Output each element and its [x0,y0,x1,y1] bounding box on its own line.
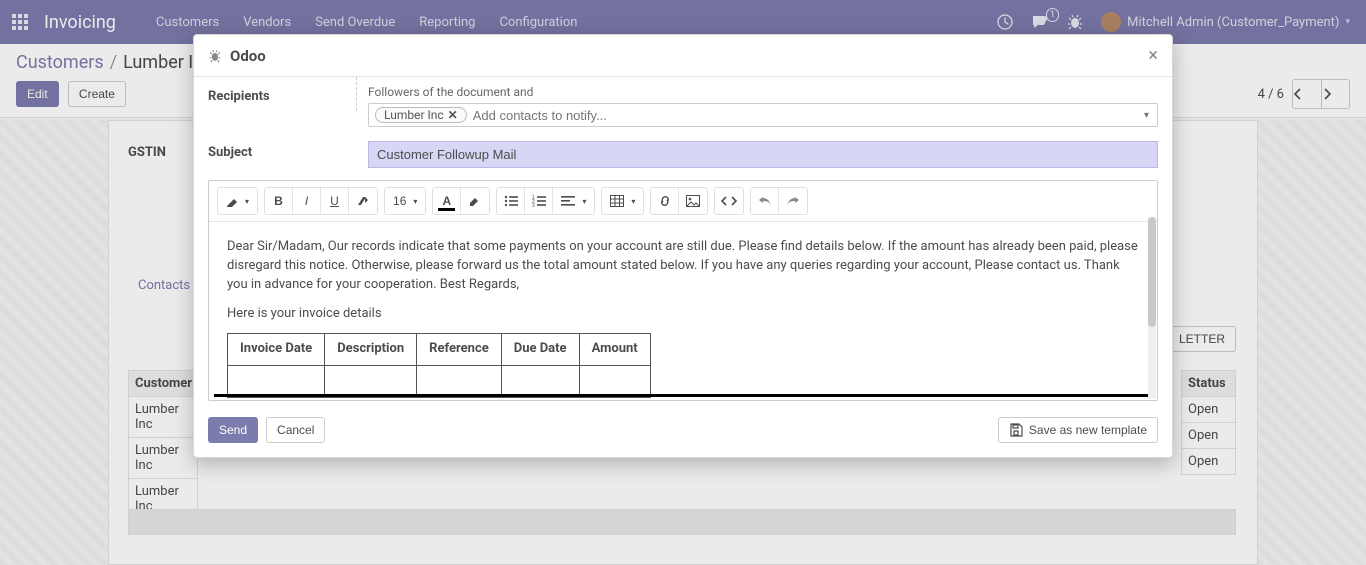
compose-mail-modal: Odoo × Recipients Followers of the docum… [193,34,1173,458]
tb-underline[interactable]: U [321,188,349,214]
tb-codeview[interactable] [715,188,743,214]
tb-link[interactable] [651,188,679,214]
modal-title: Odoo [230,47,266,65]
th-invoice-date: Invoice Date [228,334,325,366]
invoice-table: Invoice Date Description Reference Due D… [227,333,651,398]
editor-scrollthumb[interactable] [1148,217,1156,327]
tb-table[interactable]: ▾ [602,188,643,214]
tb-redo[interactable] [779,188,807,214]
close-icon[interactable]: × [1148,45,1158,66]
table-row [228,366,651,398]
th-description: Description [325,334,417,366]
subject-input[interactable] [368,141,1158,168]
th-due-date: Due Date [501,334,579,366]
save-template-button[interactable]: Save as new template [998,417,1158,443]
svg-text:3: 3 [532,203,535,207]
tb-image[interactable] [679,188,707,214]
recipient-tag[interactable]: Lumber Inc ✕ [375,107,467,123]
recipient-tag-label: Lumber Inc [384,108,444,122]
tb-align[interactable]: ▾ [553,188,594,214]
th-reference: Reference [417,334,502,366]
recipients-help: Followers of the document and [368,85,1158,99]
save-template-label: Save as new template [1029,423,1147,437]
label-recipients: Recipients [208,85,358,104]
cancel-button[interactable]: Cancel [266,417,325,443]
th-amount: Amount [579,334,650,366]
send-button[interactable]: Send [208,417,258,443]
editor-body[interactable]: Dear Sir/Madam, Our records indicate tha… [209,222,1157,400]
tb-undo[interactable] [751,188,779,214]
tb-style[interactable]: ▾ [218,188,257,214]
table-row: Invoice Date Description Reference Due D… [228,334,651,366]
tb-clear[interactable] [349,188,377,214]
save-icon [1009,423,1023,437]
remove-tag-icon[interactable]: ✕ [448,108,458,122]
editor-toolbar: ▾ B I U 16 ▾ A [209,181,1157,222]
tb-italic[interactable]: I [293,188,321,214]
chevron-down-icon[interactable]: ▾ [1144,110,1149,121]
recipients-text-input[interactable] [473,108,1151,123]
tb-ol[interactable]: 123 [525,188,553,214]
label-subject: Subject [208,141,358,160]
email-editor: ▾ B I U 16 ▾ A [208,180,1158,401]
tb-ul[interactable] [497,188,525,214]
tb-fontcolor[interactable]: A [433,188,461,214]
tb-fontsize-value: 16 [393,194,406,208]
tb-bold[interactable]: B [265,188,293,214]
email-paragraph: Dear Sir/Madam, Our records indicate tha… [227,238,1139,295]
recipients-input[interactable]: Lumber Inc ✕ ▾ [368,103,1158,127]
tb-fontsize[interactable]: 16 ▾ [385,188,425,214]
email-line2: Here is your invoice details [227,305,1139,324]
tb-highlight[interactable] [461,188,489,214]
bug-icon [208,49,222,63]
